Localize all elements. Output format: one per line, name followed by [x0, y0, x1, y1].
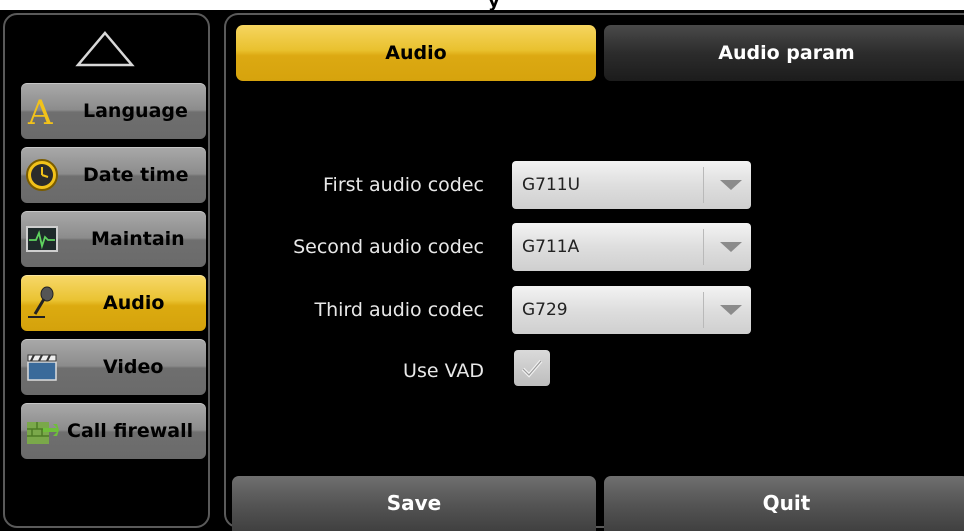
sidebar-item-audio[interactable]: Audio: [21, 275, 206, 331]
sidebar-item-label: Video: [103, 356, 164, 378]
use-vad-label: Use VAD: [403, 360, 484, 382]
checkmark-icon: [521, 359, 543, 378]
second-audio-codec-select[interactable]: G711A: [512, 223, 751, 271]
letter-a-icon: A: [27, 94, 53, 128]
first-audio-codec-label: First audio codec: [323, 174, 484, 196]
chevron-down-icon[interactable]: [720, 180, 742, 190]
sidebar-item-date-time[interactable]: Date time: [21, 147, 206, 203]
sidebar-item-label: Date time: [83, 164, 189, 186]
settings-sidebar: A Language Date time Maintain Audio Vide…: [3, 13, 210, 528]
save-button[interactable]: Save: [232, 476, 596, 531]
sidebar-item-label: Call firewall: [67, 420, 194, 442]
sidebar-item-label: Audio: [103, 292, 165, 314]
select-divider: [703, 167, 704, 203]
title-strip: y: [0, 0, 964, 12]
first-audio-codec-select[interactable]: G711U: [512, 161, 751, 209]
clapperboard-icon: [27, 354, 57, 381]
svg-text:A: A: [27, 94, 53, 128]
select-value: G729: [522, 300, 568, 320]
third-audio-codec-label: Third audio codec: [314, 299, 484, 321]
quit-button[interactable]: Quit: [604, 476, 964, 531]
title-fragment: y: [488, 0, 500, 12]
chevron-down-icon[interactable]: [720, 242, 742, 252]
select-divider: [703, 292, 704, 328]
select-value: G711U: [522, 175, 581, 195]
microphone-icon: [28, 286, 54, 318]
sidebar-item-call-firewall[interactable]: Call firewall: [21, 403, 206, 459]
firewall-icon: [27, 422, 59, 444]
use-vad-checkbox[interactable]: [514, 350, 550, 386]
monitor-pulse-icon: [26, 226, 58, 252]
second-audio-codec-label: Second audio codec: [293, 236, 484, 258]
sidebar-item-video[interactable]: Video: [21, 339, 206, 395]
clock-icon: [26, 159, 58, 191]
sidebar-item-label: Language: [83, 100, 188, 122]
up-triangle-icon[interactable]: [75, 30, 135, 68]
select-value: G711A: [522, 237, 580, 257]
sidebar-item-label: Maintain: [91, 228, 185, 250]
tab-audio-param[interactable]: Audio param: [604, 25, 964, 81]
third-audio-codec-select[interactable]: G729: [512, 286, 751, 334]
tab-audio[interactable]: Audio: [236, 25, 596, 81]
sidebar-item-maintain[interactable]: Maintain: [21, 211, 206, 267]
select-divider: [703, 229, 704, 265]
chevron-down-icon[interactable]: [720, 305, 742, 315]
device-settings-screen: y A Language Date time Maintain Audio Vi…: [0, 0, 964, 531]
sidebar-item-language[interactable]: A Language: [21, 83, 206, 139]
